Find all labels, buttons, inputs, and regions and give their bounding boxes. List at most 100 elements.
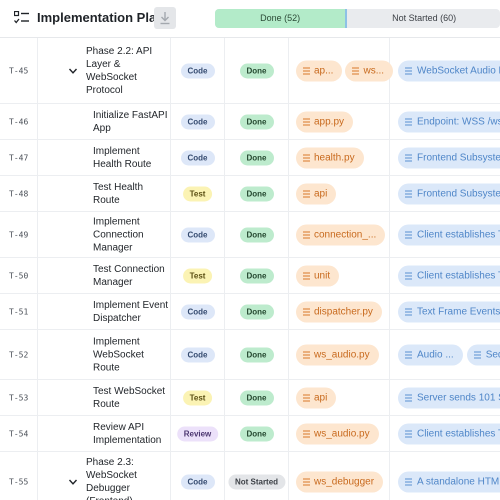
file-chip[interactable]: ws... bbox=[345, 60, 394, 81]
type-badge[interactable]: Code bbox=[180, 114, 215, 129]
file-chip-label: unit bbox=[314, 270, 331, 281]
file-chip-group: connection_... bbox=[296, 224, 386, 245]
task-name-cell: Implement Connection Manager bbox=[38, 212, 171, 257]
spec-chip[interactable]: Client establishes TC bbox=[398, 224, 500, 245]
file-chip[interactable]: ap... bbox=[296, 60, 343, 81]
table-row[interactable]: T-52 Implement WebSocket Route Code Done ws_… bbox=[0, 330, 500, 380]
file-chip[interactable]: dispatcher.py bbox=[296, 301, 382, 322]
task-type-cell: Test bbox=[171, 176, 225, 211]
type-badge[interactable]: Code bbox=[180, 150, 215, 165]
type-badge[interactable]: Test bbox=[182, 268, 213, 283]
task-name: Implement WebSocket Route bbox=[93, 336, 144, 373]
status-badge[interactable]: Done bbox=[239, 186, 274, 201]
spec-chip[interactable]: Server sends 101 Sw bbox=[398, 387, 500, 408]
file-chip[interactable]: ws_audio.py bbox=[296, 344, 379, 365]
spec-chip[interactable]: Audio ... bbox=[398, 344, 463, 365]
task-id: T-47 bbox=[9, 153, 29, 162]
status-badge[interactable]: Not Started bbox=[227, 474, 286, 489]
type-badge[interactable]: Code bbox=[180, 347, 215, 362]
table-row[interactable]: T-54 Review API Implementation Review Done w… bbox=[0, 416, 500, 452]
type-badge[interactable]: Code bbox=[180, 474, 215, 489]
chevron-down-icon[interactable] bbox=[68, 67, 78, 75]
task-status-cell: Done bbox=[225, 258, 289, 293]
task-name: Test Health Route bbox=[93, 181, 144, 206]
table-row[interactable]: T-51 Implement Event Dispatcher Code Done di… bbox=[0, 294, 500, 330]
spec-chip-group: Frontend Subsystem bbox=[398, 183, 500, 204]
file-chip-label: api bbox=[314, 188, 328, 199]
spec-chip[interactable]: Seque bbox=[466, 344, 500, 365]
table-row[interactable]: T-47 Implement Health Route Code Done health… bbox=[0, 140, 500, 176]
type-badge[interactable]: Code bbox=[180, 304, 215, 319]
table-row[interactable]: T-46 Initialize FastAPI App Code Done app.py… bbox=[0, 104, 500, 140]
file-chip[interactable]: app.py bbox=[296, 111, 354, 132]
task-name-cell: Implement Event Dispatcher bbox=[38, 294, 171, 329]
table-row[interactable]: T-49 Implement Connection Manager Code Done… bbox=[0, 212, 500, 258]
file-chip[interactable]: connection_... bbox=[296, 224, 386, 245]
spec-chip[interactable]: Text Frame Events (S bbox=[398, 301, 500, 322]
phase-name: Phase 2.3: WebSocket Debugger (Frontend) bbox=[86, 456, 137, 500]
file-chip[interactable]: ws_audio.py bbox=[296, 423, 379, 444]
status-badge[interactable]: Done bbox=[239, 227, 274, 242]
chevron-down-icon[interactable] bbox=[68, 478, 78, 486]
status-badge[interactable]: Done bbox=[239, 268, 274, 283]
type-badge[interactable]: Review bbox=[176, 426, 219, 441]
progress-not-started-segment[interactable]: Not Started (60) bbox=[348, 9, 500, 28]
type-badge[interactable]: Code bbox=[180, 227, 215, 242]
file-chip[interactable]: ws_debugger bbox=[296, 471, 384, 492]
status-badge[interactable]: Done bbox=[239, 426, 274, 441]
task-type-cell: Code bbox=[171, 294, 225, 329]
spec-chip[interactable]: Client establishes TC bbox=[398, 265, 500, 286]
download-button[interactable] bbox=[154, 7, 176, 29]
status-badge[interactable]: Done bbox=[239, 390, 274, 405]
task-spec-cell: Client establishes TC bbox=[390, 258, 500, 293]
file-chip-group: ap... ws... bbox=[296, 60, 394, 81]
table-row[interactable]: T-53 Test WebSocket Route Test Done api Serve… bbox=[0, 380, 500, 416]
spec-chip-label: Frontend Subsystem bbox=[417, 152, 500, 163]
spec-chip[interactable]: A standalone HTML/ bbox=[398, 471, 500, 492]
spec-chip[interactable]: WebSocket Audio Pro bbox=[398, 60, 500, 81]
status-badge[interactable]: Done bbox=[239, 63, 274, 78]
task-files-cell: api bbox=[289, 380, 390, 415]
task-status-cell: Done bbox=[225, 380, 289, 415]
spec-chip-label: WebSocket Audio Pro bbox=[417, 65, 500, 76]
task-spec-cell: Text Frame Events (S bbox=[390, 294, 500, 329]
type-badge[interactable]: Test bbox=[182, 390, 213, 405]
task-name: Implement Connection Manager bbox=[93, 216, 144, 253]
file-chip[interactable]: api bbox=[296, 183, 337, 204]
table-row[interactable]: T-55 Phase 2.3: WebSocket Debugger (Front… bbox=[0, 452, 500, 500]
file-chip-group: app.py bbox=[296, 111, 354, 132]
task-name-cell: Phase 2.3: WebSocket Debugger (Frontend) bbox=[38, 452, 171, 500]
file-chip-group: unit bbox=[296, 265, 340, 286]
task-name: Review API Implementation bbox=[93, 421, 162, 446]
file-chip[interactable]: api bbox=[296, 387, 337, 408]
type-badge[interactable]: Code bbox=[180, 63, 215, 78]
status-badge[interactable]: Done bbox=[239, 347, 274, 362]
spec-chip[interactable]: Client establishes TC bbox=[398, 423, 500, 444]
progress-done-segment[interactable]: Done (52) bbox=[215, 9, 348, 28]
task-files-cell: health.py bbox=[289, 140, 390, 175]
table-row[interactable]: T-50 Test Connection Manager Test Done unit C… bbox=[0, 258, 500, 294]
file-chip[interactable]: health.py bbox=[296, 147, 364, 168]
task-name: Test Connection Manager bbox=[93, 263, 165, 288]
status-badge[interactable]: Done bbox=[239, 150, 274, 165]
file-chip-group: ws_debugger bbox=[296, 471, 384, 492]
task-id: T-49 bbox=[9, 230, 29, 239]
task-id: T-55 bbox=[9, 477, 29, 486]
task-name-cell: Test WebSocket Route bbox=[38, 380, 171, 415]
file-chip-group: health.py bbox=[296, 147, 364, 168]
task-id-cell: T-52 bbox=[0, 330, 38, 379]
task-status-cell: Done bbox=[225, 416, 289, 451]
spec-chip[interactable]: Frontend Subsystem bbox=[398, 183, 500, 204]
status-badge[interactable]: Done bbox=[239, 304, 274, 319]
status-badge[interactable]: Done bbox=[239, 114, 274, 129]
table-row[interactable]: T-45 Phase 2.2: API Layer & WebSocket Pro… bbox=[0, 38, 500, 104]
file-chip[interactable]: unit bbox=[296, 265, 340, 286]
task-files-cell: ap... ws... bbox=[289, 38, 394, 103]
file-chip-label: ws_audio.py bbox=[314, 349, 370, 360]
type-badge[interactable]: Test bbox=[182, 186, 213, 201]
task-id-cell: T-47 bbox=[0, 140, 38, 175]
spec-chip[interactable]: Frontend Subsystem bbox=[398, 147, 500, 168]
task-id: T-45 bbox=[9, 66, 29, 75]
table-row[interactable]: T-48 Test Health Route Test Done api Frontend… bbox=[0, 176, 500, 212]
spec-chip[interactable]: Endpoint: WSS /ws/a bbox=[398, 111, 500, 132]
